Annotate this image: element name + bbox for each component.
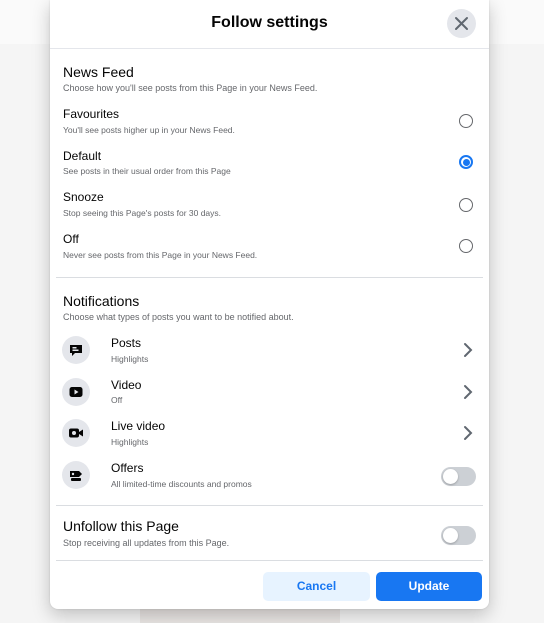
close-icon (455, 17, 468, 30)
close-button[interactable] (447, 9, 476, 38)
footer-divider (56, 560, 483, 561)
default-radio[interactable] (459, 155, 473, 169)
option-description: Never see posts from this Page in your N… (63, 250, 258, 260)
update-button[interactable]: Update (376, 572, 482, 601)
notification-label: Posts (111, 336, 142, 350)
option-label: Favourites (63, 107, 120, 121)
notification-label: Live video (111, 419, 166, 433)
notifications-description: Choose what types of posts you want to b… (63, 312, 294, 322)
notification-label: Video (111, 378, 142, 392)
favourites-radio[interactable] (459, 114, 473, 128)
off-radio[interactable] (459, 239, 473, 253)
news-feed-heading: News Feed (63, 64, 134, 80)
live-video-icon (62, 419, 90, 447)
option-label: Default (63, 149, 102, 163)
section-divider (56, 505, 483, 506)
dialog-title: Follow settings (211, 14, 328, 31)
unfollow-description: Stop receiving all updates from this Pag… (63, 538, 230, 548)
news-feed-description: Choose how you'll see posts from this Pa… (63, 83, 318, 93)
chevron-right-icon[interactable] (461, 383, 475, 401)
section-divider (56, 277, 483, 278)
notification-setting: Highlights (111, 437, 149, 447)
notification-label: Offers (111, 461, 144, 475)
option-label: Off (63, 232, 79, 246)
option-description: You'll see posts higher up in your News … (63, 125, 235, 135)
cancel-button[interactable]: Cancel (263, 572, 370, 601)
offers-toggle[interactable] (441, 467, 476, 486)
notifications-heading: Notifications (63, 293, 140, 309)
snooze-radio[interactable] (459, 198, 473, 212)
option-description: See posts in their usual order from this… (63, 166, 231, 176)
offer-tag-icon (62, 461, 90, 489)
video-play-icon (62, 378, 90, 406)
follow-settings-dialog: Follow settings News Feed Choose how you… (50, 0, 489, 609)
chevron-right-icon[interactable] (461, 424, 475, 442)
notification-setting: Highlights (111, 354, 149, 364)
unfollow-heading: Unfollow this Page (63, 518, 179, 534)
chevron-right-icon[interactable] (461, 341, 475, 359)
dialog-header: Follow settings (50, 0, 489, 49)
notification-setting: All limited-time discounts and promos (111, 479, 252, 489)
unfollow-toggle[interactable] (441, 526, 476, 545)
post-icon (62, 336, 90, 364)
notification-setting: Off (111, 395, 123, 405)
option-label: Snooze (63, 190, 104, 204)
option-description: Stop seeing this Page's posts for 30 day… (63, 208, 222, 218)
